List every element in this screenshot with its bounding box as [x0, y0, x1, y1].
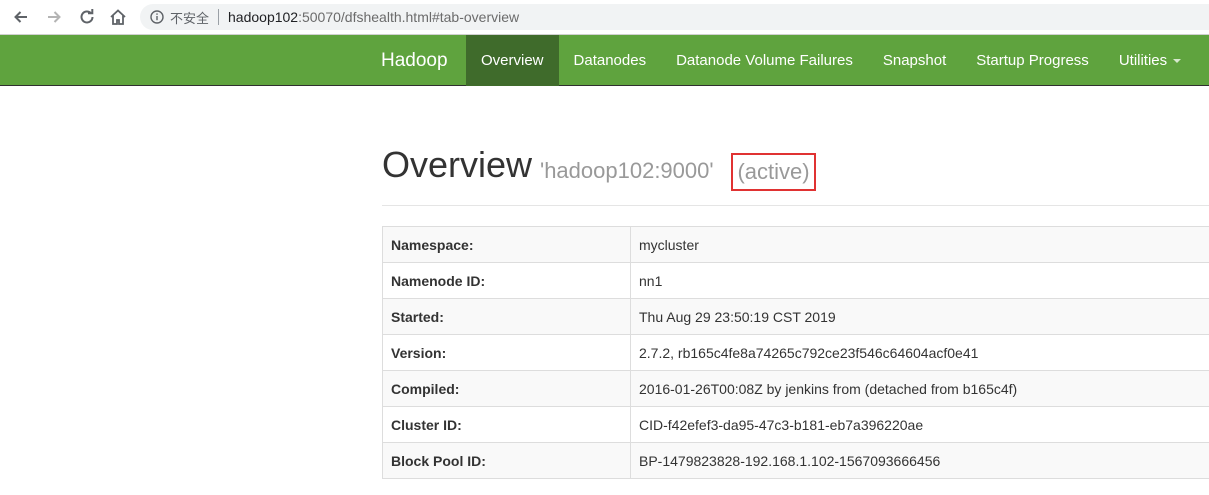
row-label: Compiled: — [382, 370, 631, 407]
info-icon[interactable] — [150, 10, 164, 24]
browser-toolbar: 不安全 hadoop102:50070/dfshealth.html#tab-o… — [0, 0, 1209, 35]
row-value: mycluster — [630, 226, 1209, 263]
row-value: nn1 — [630, 262, 1209, 299]
forward-arrow-icon — [48, 11, 61, 23]
overview-table: Namespace: mycluster Namenode ID: nn1 Star… — [382, 226, 1209, 479]
row-label: Block Pool ID: — [382, 442, 631, 479]
table-row: Namespace: mycluster — [382, 226, 1209, 263]
tab-snapshot[interactable]: Snapshot — [868, 35, 961, 86]
tab-overview[interactable]: Overview — [466, 35, 559, 86]
url-path: :50070/dfshealth.html#tab-overview — [298, 9, 520, 25]
table-row: Cluster ID: CID-f42efef3-da95-47c3-b181-e… — [382, 406, 1209, 443]
brand-logo[interactable]: Hadoop — [366, 35, 463, 86]
namenode-status: (active) — [737, 159, 810, 184]
caret-down-icon — [1173, 59, 1182, 64]
row-value: 2.7.2, rb165c4fe8a74265c792ce23f546c6460… — [630, 334, 1209, 371]
table-row: Block Pool ID: BP-1479823828-192.168.1.10… — [382, 442, 1209, 479]
nav-tabs: Overview Datanodes Datanode Volume Failu… — [466, 35, 1196, 86]
row-label: Version: — [382, 334, 631, 371]
row-value: 2016-01-26T00:08Z by jenkins from (detac… — [630, 370, 1209, 407]
tab-startup-progress[interactable]: Startup Progress — [961, 35, 1104, 86]
active-status-highlight: (active) — [731, 153, 816, 191]
forward-button[interactable] — [42, 5, 66, 29]
reload-icon — [80, 9, 94, 24]
row-label: Cluster ID: — [382, 406, 631, 443]
security-status-label: 不安全 — [170, 10, 210, 26]
back-button[interactable] — [9, 5, 33, 29]
top-navbar: Hadoop Overview Datanodes Datanode Volum… — [0, 35, 1209, 86]
page-title: Overview — [382, 144, 533, 185]
table-row: Started: Thu Aug 29 23:50:19 CST 2019 — [382, 298, 1209, 335]
tab-datanodes[interactable]: Datanodes — [559, 35, 662, 86]
row-value: CID-f42efef3-da95-47c3-b181-eb7a396220ae — [630, 406, 1209, 443]
row-label: Namespace: — [382, 226, 631, 263]
reload-button[interactable] — [75, 5, 99, 29]
row-label: Namenode ID: — [382, 262, 631, 299]
tab-utilities-label: Utilities — [1118, 52, 1168, 69]
url-host: hadoop102 — [228, 9, 299, 25]
row-label: Started: — [382, 298, 631, 335]
address-separator — [218, 9, 220, 25]
row-value: Thu Aug 29 23:50:19 CST 2019 — [630, 298, 1209, 335]
address-bar[interactable]: 不安全 hadoop102:50070/dfshealth.html#tab-o… — [140, 4, 1209, 30]
table-row: Version: 2.7.2, rb165c4fe8a74265c792ce23f… — [382, 334, 1209, 371]
tab-utilities-dropdown[interactable]: Utilities — [1104, 35, 1196, 86]
home-icon — [110, 9, 126, 25]
table-row: Namenode ID: nn1 — [382, 262, 1209, 299]
home-button[interactable] — [106, 5, 130, 29]
tab-datanode-volume-failures[interactable]: Datanode Volume Failures — [661, 35, 868, 86]
row-value: BP-1479823828-192.168.1.102-156709366645… — [630, 442, 1209, 479]
table-row: Compiled: 2016-01-26T00:08Z by jenkins fr… — [382, 370, 1209, 407]
back-arrow-icon — [14, 11, 27, 23]
namenode-address: 'hadoop102:9000' — [540, 158, 714, 183]
